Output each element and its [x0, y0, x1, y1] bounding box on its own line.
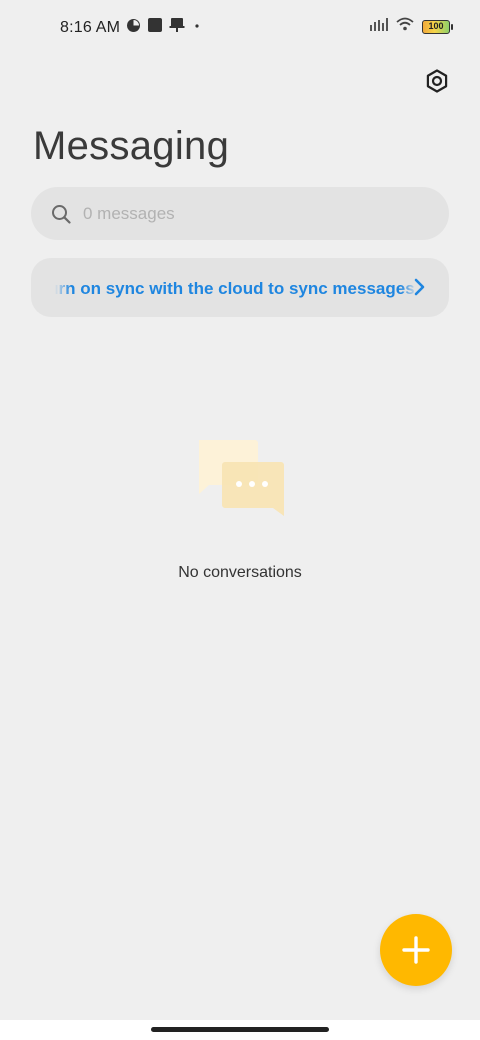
- sync-banner[interactable]: Turn on sync with the cloud to sync mess…: [31, 258, 449, 317]
- square-app-icon: [147, 17, 163, 38]
- sync-text-container: Turn on sync with the cloud to sync mess…: [55, 272, 417, 303]
- wifi-icon: [396, 17, 414, 36]
- sync-banner-text: Turn on sync with the cloud to sync mess…: [55, 278, 415, 298]
- status-bar: 8:16 AM 100: [0, 0, 480, 56]
- pin-icon: [169, 17, 185, 38]
- chat-bubbles-icon: [195, 438, 287, 518]
- signal-icon: [370, 17, 388, 36]
- plus-icon: [402, 936, 430, 964]
- dot-icon: [191, 19, 203, 37]
- search-placeholder: 0 messages: [83, 203, 175, 223]
- page-title: Messaging: [33, 124, 230, 168]
- status-right: 100: [370, 17, 453, 36]
- fade-left: [55, 272, 71, 303]
- pie-chart-icon: [126, 18, 141, 38]
- status-left: 8:16 AM: [60, 17, 203, 38]
- navigation-bar: [0, 1020, 480, 1040]
- search-bar[interactable]: 0 messages: [31, 187, 449, 240]
- status-time: 8:16 AM: [60, 18, 121, 36]
- messaging-screen: 8:16 AM 100 Messaging 0 messages Turn on…: [0, 0, 480, 1040]
- empty-state-text: No conversations: [178, 564, 302, 581]
- new-message-button[interactable]: [380, 914, 452, 986]
- settings-button[interactable]: [422, 66, 452, 96]
- battery-icon: 100: [422, 19, 453, 34]
- home-indicator[interactable]: [151, 1027, 329, 1032]
- search-icon: [52, 204, 71, 224]
- chevron-right-icon: [413, 278, 425, 301]
- settings-hex-icon: [426, 69, 448, 93]
- battery-level: 100: [428, 21, 444, 31]
